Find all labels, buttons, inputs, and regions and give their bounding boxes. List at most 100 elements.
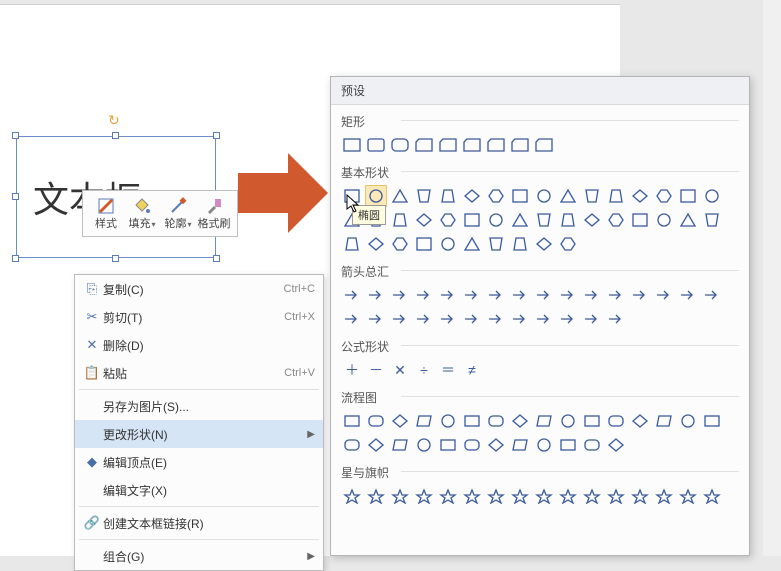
shape-option[interactable] — [557, 284, 579, 306]
shape-option[interactable] — [557, 410, 579, 432]
shape-option[interactable] — [413, 185, 435, 207]
shape-option[interactable] — [413, 308, 435, 330]
toolbar-fill-button[interactable]: 填充 — [125, 195, 159, 232]
shape-option[interactable] — [557, 485, 579, 507]
shape-option[interactable] — [461, 308, 483, 330]
shape-option[interactable] — [605, 284, 627, 306]
shape-option[interactable] — [461, 233, 483, 255]
menu-item[interactable]: 🔗创建文本框链接(R) — [75, 509, 323, 537]
shape-option[interactable] — [365, 284, 387, 306]
shape-option[interactable] — [677, 485, 699, 507]
shape-option[interactable] — [461, 410, 483, 432]
shape-option[interactable]: ÷ — [413, 359, 435, 381]
menu-item[interactable]: 更改形状(N)▶ — [75, 420, 323, 448]
shape-option[interactable] — [485, 308, 507, 330]
menu-item[interactable]: ◆编辑顶点(E) — [75, 448, 323, 476]
shape-option[interactable] — [509, 209, 531, 231]
shape-option[interactable] — [533, 308, 555, 330]
shape-option[interactable] — [485, 434, 507, 456]
shape-option[interactable] — [581, 434, 603, 456]
shape-option[interactable]: ＋ — [341, 359, 363, 381]
shape-option[interactable] — [605, 485, 627, 507]
shape-option[interactable] — [653, 185, 675, 207]
shape-option[interactable] — [341, 233, 363, 255]
shape-option[interactable] — [413, 233, 435, 255]
shape-option[interactable] — [533, 134, 555, 156]
shape-option[interactable] — [605, 209, 627, 231]
shape-option[interactable] — [509, 410, 531, 432]
shape-option[interactable] — [485, 134, 507, 156]
shape-option[interactable] — [341, 308, 363, 330]
shape-option[interactable] — [437, 209, 459, 231]
shape-option[interactable] — [389, 434, 411, 456]
shape-option[interactable] — [365, 410, 387, 432]
shape-option[interactable] — [581, 185, 603, 207]
shape-option[interactable] — [605, 410, 627, 432]
shape-option[interactable] — [437, 134, 459, 156]
shape-option[interactable] — [365, 308, 387, 330]
shape-option[interactable] — [413, 434, 435, 456]
toolbar-style-button[interactable]: 样式 — [89, 195, 123, 232]
shape-option[interactable] — [533, 185, 555, 207]
shape-option[interactable] — [389, 233, 411, 255]
shape-option[interactable] — [461, 485, 483, 507]
shape-option[interactable] — [437, 233, 459, 255]
shape-option[interactable] — [389, 410, 411, 432]
shape-option[interactable] — [461, 284, 483, 306]
shape-option[interactable] — [677, 284, 699, 306]
shape-option[interactable] — [341, 410, 363, 432]
shape-option[interactable] — [461, 185, 483, 207]
shape-option[interactable] — [389, 134, 411, 156]
shape-option[interactable] — [653, 410, 675, 432]
shape-option[interactable] — [653, 209, 675, 231]
shape-option[interactable] — [701, 185, 723, 207]
shape-option[interactable] — [485, 233, 507, 255]
resize-handle-tm[interactable] — [112, 132, 119, 139]
shape-option[interactable] — [701, 284, 723, 306]
shape-option[interactable] — [509, 233, 531, 255]
resize-handle-bl[interactable] — [12, 255, 19, 262]
shape-option[interactable] — [629, 185, 651, 207]
shape-option[interactable] — [557, 434, 579, 456]
shape-option[interactable]: ≠ — [461, 359, 483, 381]
toolbar-brush-button[interactable]: 格式刷 — [197, 195, 231, 232]
shape-option[interactable] — [533, 233, 555, 255]
shape-option[interactable] — [413, 134, 435, 156]
shape-option[interactable] — [413, 485, 435, 507]
shape-option[interactable] — [341, 485, 363, 507]
shape-option[interactable] — [413, 209, 435, 231]
shape-option[interactable] — [413, 284, 435, 306]
shape-option[interactable] — [461, 134, 483, 156]
shape-option[interactable] — [557, 185, 579, 207]
shape-option[interactable] — [341, 134, 363, 156]
shape-option[interactable] — [437, 434, 459, 456]
shape-option[interactable] — [581, 209, 603, 231]
shape-option[interactable] — [677, 410, 699, 432]
resize-handle-bm[interactable] — [112, 255, 119, 262]
shape-option[interactable] — [701, 209, 723, 231]
shape-option[interactable] — [341, 434, 363, 456]
shape-option[interactable] — [389, 185, 411, 207]
shape-option[interactable] — [533, 284, 555, 306]
shape-option[interactable] — [437, 308, 459, 330]
shape-option[interactable]: － — [365, 359, 387, 381]
menu-item[interactable]: 编辑文字(X) — [75, 476, 323, 504]
shape-option[interactable] — [653, 485, 675, 507]
resize-handle-ml[interactable] — [12, 193, 19, 200]
shape-option[interactable] — [437, 284, 459, 306]
shape-option[interactable] — [437, 485, 459, 507]
menu-item[interactable]: 另存为图片(S)... — [75, 392, 323, 420]
shape-option[interactable] — [533, 410, 555, 432]
shape-option[interactable] — [365, 485, 387, 507]
menu-item[interactable]: ✕删除(D) — [75, 331, 323, 359]
shape-option[interactable] — [509, 284, 531, 306]
shape-option[interactable] — [629, 485, 651, 507]
shape-option[interactable] — [509, 485, 531, 507]
shape-option[interactable] — [509, 134, 531, 156]
shape-option[interactable] — [485, 485, 507, 507]
shape-option[interactable] — [701, 485, 723, 507]
resize-handle-tr[interactable] — [213, 132, 220, 139]
shape-option[interactable] — [461, 434, 483, 456]
shape-option[interactable]: ＝ — [437, 359, 459, 381]
shape-option[interactable] — [557, 233, 579, 255]
